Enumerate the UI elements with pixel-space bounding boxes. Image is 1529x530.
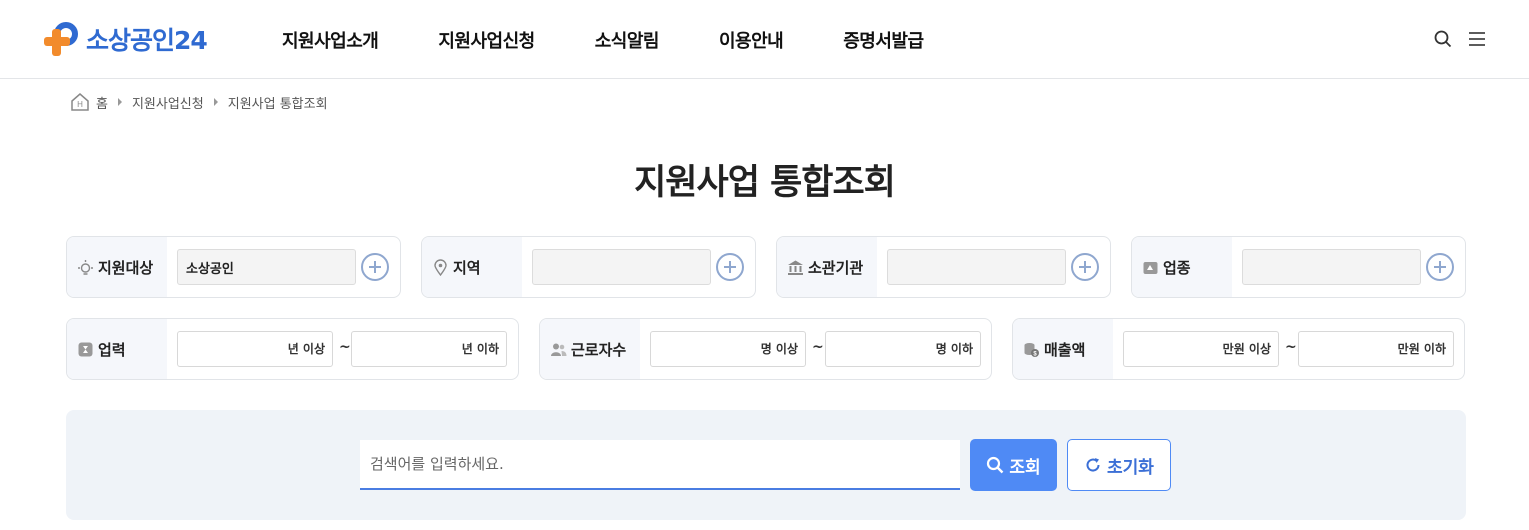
filter-region-value[interactable] (532, 249, 711, 285)
breadcrumb-separator-icon (117, 98, 122, 106)
hourglass-icon (77, 341, 94, 358)
government-building-icon (787, 259, 804, 276)
nav-item-intro[interactable]: 지원사업소개 (282, 27, 379, 53)
filter-region: 지역 (421, 236, 756, 298)
logo-text: 소상공인24 (86, 26, 208, 55)
nav-item-news[interactable]: 소식알림 (595, 27, 660, 53)
nav-item-certificate[interactable]: 증명서발급 (843, 27, 924, 53)
nav-item-apply[interactable]: 지원사업신청 (438, 27, 535, 53)
filter-business-years: 업력 년 이상 ~ 년 이하 (66, 318, 519, 380)
employees-min-input[interactable]: 명 이상 (650, 331, 806, 367)
breadcrumb-current: 지원사업 통합조회 (227, 96, 328, 112)
business-years-max-input[interactable]: 년 이하 (351, 331, 507, 367)
filter-region-label: 지역 (422, 237, 522, 297)
people-icon (550, 341, 567, 358)
nav-item-guide[interactable]: 이용안내 (719, 27, 784, 53)
search-button[interactable]: 조회 (970, 439, 1057, 491)
filter-agency: 소관기관 (776, 236, 1111, 298)
filter-industry-label: 업종 (1132, 237, 1232, 297)
range-separator: ~ (812, 339, 824, 355)
filter-agency-value[interactable] (887, 249, 1066, 285)
home-icon[interactable]: H (70, 92, 90, 112)
filter-target-label: 지원대상 (67, 237, 167, 297)
filter-business-years-label: 업력 (67, 319, 167, 379)
breadcrumb: H 홈 지원사업신청 지원사업 통합조회 (70, 92, 328, 112)
main-nav: 지원사업소개 지원사업신청 소식알림 이용안내 증명서발급 (282, 27, 984, 53)
industry-icon (1142, 259, 1159, 276)
filter-agency-add-button[interactable] (1071, 253, 1099, 281)
location-pin-icon (432, 258, 449, 276)
filter-employees: 근로자수 명 이상 ~ 명 이하 (539, 318, 992, 380)
filter-target-add-button[interactable] (361, 253, 389, 281)
filter-industry-add-button[interactable] (1426, 253, 1454, 281)
filter-industry: 업종 (1131, 236, 1466, 298)
filter-employees-label: 근로자수 (540, 319, 640, 379)
refresh-icon (1086, 458, 1100, 472)
search-area: 검색어를 입력하세요. 조회 초기화 (66, 410, 1466, 520)
filter-industry-value[interactable] (1242, 249, 1421, 285)
range-separator: ~ (339, 339, 351, 355)
breadcrumb-separator-icon (213, 98, 218, 106)
menu-icon[interactable] (1467, 28, 1487, 50)
filter-region-add-button[interactable] (716, 253, 744, 281)
logo-mark-icon (44, 20, 84, 58)
search-icon (987, 456, 1004, 474)
filter-sales: $ 매출액 만원 이상 ~ 만원 이하 (1012, 318, 1465, 380)
site-logo[interactable]: 소상공인24 (44, 20, 208, 58)
filter-agency-label: 소관기관 (777, 237, 877, 297)
sales-min-input[interactable]: 만원 이상 (1123, 331, 1279, 367)
site-header: 소상공인24 지원사업소개 지원사업신청 소식알림 이용안내 증명서발급 (0, 0, 1529, 79)
range-separator: ~ (1285, 339, 1297, 355)
sales-max-input[interactable]: 만원 이하 (1298, 331, 1454, 367)
page-title: 지원사업 통합조회 (634, 163, 896, 203)
lightbulb-icon (77, 259, 94, 276)
search-input[interactable]: 검색어를 입력하세요. (360, 440, 960, 490)
svg-text:H: H (77, 100, 83, 109)
filter-target-value[interactable]: 소상공인 (177, 249, 356, 285)
filter-sales-label: $ 매출액 (1013, 319, 1113, 379)
filter-target: 지원대상 소상공인 (66, 236, 401, 298)
coins-icon: $ (1023, 341, 1040, 358)
header-utility (1433, 28, 1487, 50)
breadcrumb-home[interactable]: 홈 (96, 93, 108, 112)
employees-max-input[interactable]: 명 이하 (825, 331, 981, 367)
search-icon[interactable] (1433, 28, 1453, 50)
business-years-min-input[interactable]: 년 이상 (177, 331, 333, 367)
breadcrumb-apply[interactable]: 지원사업신청 (132, 93, 204, 112)
reset-button[interactable]: 초기화 (1067, 439, 1171, 491)
